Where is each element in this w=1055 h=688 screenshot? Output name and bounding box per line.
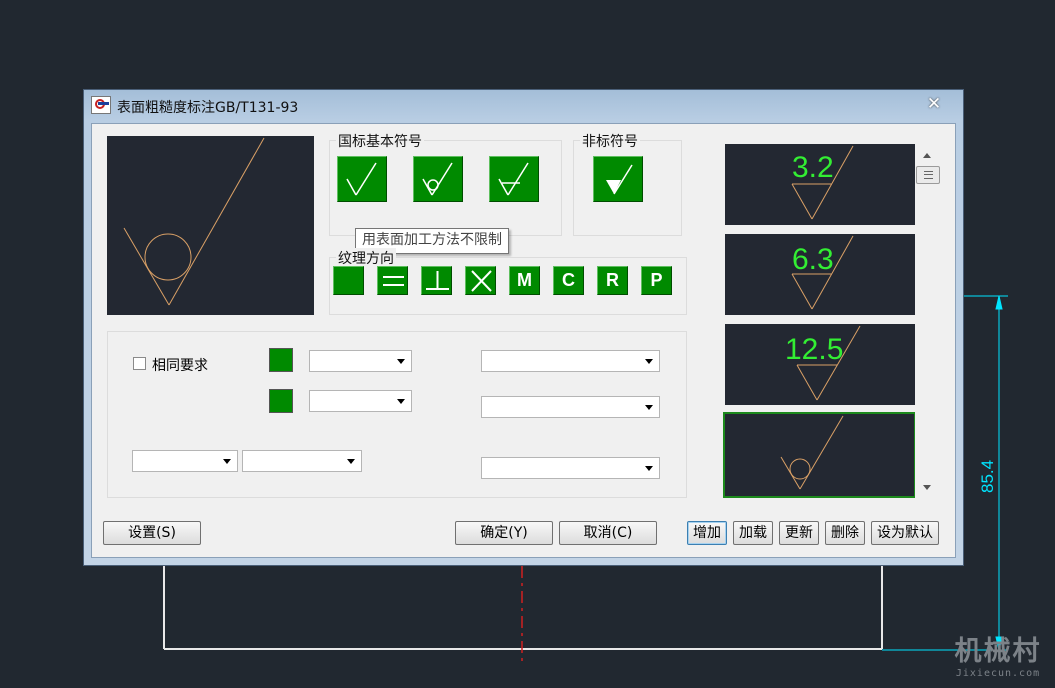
chevron-down-icon: [397, 359, 405, 364]
delete-button[interactable]: 删除: [825, 521, 865, 545]
color-swatch-2[interactable]: [269, 389, 293, 413]
history-item[interactable]: 6.3: [725, 234, 915, 315]
dialog-client: 国标基本符号 用表面加工方法不限制 非标符号 纹理方向 M C R P 相同要求…: [91, 123, 956, 558]
filled-triangle-icon: [606, 164, 633, 195]
history-value: 3.2: [792, 151, 834, 184]
chevron-down-icon: [645, 359, 653, 364]
same-requirement-label: 相同要求: [152, 358, 208, 374]
set-default-button[interactable]: 设为默认: [871, 521, 939, 545]
add-button[interactable]: 增加: [687, 521, 727, 545]
texture-particulate-button[interactable]: P: [641, 266, 672, 295]
update-button[interactable]: 更新: [779, 521, 819, 545]
close-icon: ✕: [926, 94, 942, 114]
scroll-up-icon[interactable]: [923, 153, 931, 158]
chevron-down-icon: [347, 459, 355, 464]
material-removal-icon: [498, 162, 529, 196]
crossed-icon: [471, 270, 492, 292]
texture-perpendicular-button[interactable]: [421, 266, 452, 295]
color-swatch-1[interactable]: [269, 348, 293, 372]
no-material-removal-icon: [422, 162, 453, 196]
chevron-down-icon: [397, 399, 405, 404]
close-button[interactable]: ✕: [919, 93, 949, 115]
texture-radial-button[interactable]: R: [597, 266, 628, 295]
same-requirement-checkbox[interactable]: [133, 357, 146, 370]
texture-multidirectional-button[interactable]: M: [509, 266, 540, 295]
chevron-down-icon: [645, 466, 653, 471]
non-standard-symbols-label: 非标符号: [580, 131, 640, 151]
texture-parallel-button[interactable]: [377, 266, 408, 295]
left-combo-1[interactable]: [132, 450, 238, 472]
texture-direction-label: 纹理方向: [336, 248, 396, 268]
load-button[interactable]: 加载: [733, 521, 773, 545]
history-symbol: [780, 415, 844, 490]
symbol-preview: [107, 136, 314, 315]
history-value: 6.3: [792, 243, 834, 276]
watermark-main: 机械村: [954, 636, 1042, 667]
texture-none-button[interactable]: [333, 266, 364, 295]
scroll-down-icon[interactable]: [923, 485, 931, 490]
preview-symbol: [123, 137, 265, 306]
cancel-button[interactable]: 取消(C): [559, 521, 657, 545]
history-item[interactable]: 3.2: [725, 144, 915, 225]
parameter-combo-3[interactable]: [481, 457, 660, 479]
watermark-sub: Jixiecun.com: [955, 668, 1041, 679]
history-symbol: 12.5: [785, 325, 861, 401]
basic-symbol-button[interactable]: [337, 156, 387, 202]
parameter-combo-2[interactable]: [481, 396, 660, 418]
history-value: 12.5: [785, 333, 843, 366]
chevron-down-icon: [645, 405, 653, 410]
history-symbol: 6.3: [791, 235, 854, 310]
watermark: 机械村 Jixiecun.com: [948, 636, 1048, 680]
perpendicular-icon: [426, 271, 449, 290]
parallel-icon: [383, 276, 404, 286]
left-combo-2[interactable]: [242, 450, 362, 472]
removal-symbol-button[interactable]: [489, 156, 539, 202]
scroll-thumb[interactable]: [916, 166, 940, 184]
app-icon: [91, 96, 111, 114]
texture-circular-button[interactable]: C: [553, 266, 584, 295]
gb-basic-symbols-label: 国标基本符号: [336, 131, 424, 151]
settings-button[interactable]: 设置(S): [103, 521, 201, 545]
dimension-text: 85.4: [978, 460, 997, 493]
parameter-combo-1[interactable]: [481, 350, 660, 372]
title-bar[interactable]: 表面粗糙度标注GB/T131-93 ✕: [84, 90, 963, 122]
roughness-value-combo-2[interactable]: [309, 390, 412, 412]
basic-roughness-icon: [346, 162, 377, 196]
roughness-dialog: 表面粗糙度标注GB/T131-93 ✕ 国标基本符号 用表面加工方法不限制 非标…: [83, 89, 964, 566]
ok-button[interactable]: 确定(Y): [455, 521, 553, 545]
history-list: 3.2 6.3 12.5: [723, 144, 918, 498]
history-scrollbar[interactable]: [915, 144, 941, 498]
history-symbol: 3.2: [791, 145, 854, 220]
window-title: 表面粗糙度标注GB/T131-93: [117, 100, 299, 116]
no-removal-symbol-button[interactable]: [413, 156, 463, 202]
non-standard-symbol-button[interactable]: [593, 156, 643, 202]
history-item-selected[interactable]: [723, 412, 916, 498]
history-item[interactable]: 12.5: [725, 324, 915, 405]
chevron-down-icon: [223, 459, 231, 464]
roughness-value-combo-1[interactable]: [309, 350, 412, 372]
texture-crossed-button[interactable]: [465, 266, 496, 295]
part-outline: [163, 566, 883, 650]
